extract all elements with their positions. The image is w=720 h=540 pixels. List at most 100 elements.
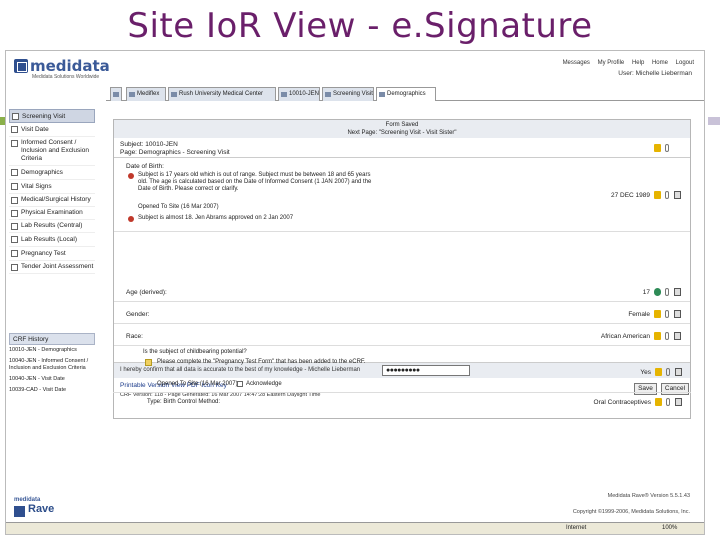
folder-icon bbox=[325, 92, 331, 97]
sign-pen-icon[interactable] bbox=[654, 332, 661, 340]
audit-trail-icon[interactable] bbox=[674, 332, 681, 340]
sidebar-item-lab-local[interactable]: Lab Results (Local) bbox=[9, 233, 95, 247]
sidebar-item-label: Tender Joint Assessment bbox=[21, 263, 94, 270]
sidebar-item-label: Lab Results (Central) bbox=[21, 222, 83, 229]
sidebar-item-label: Pregnancy Test bbox=[21, 250, 66, 257]
form-icon bbox=[11, 169, 18, 176]
tab-label: Rush University Medical Center bbox=[179, 91, 264, 97]
response-icon bbox=[128, 216, 134, 222]
sidebar-item-visit-date[interactable]: Visit Date bbox=[9, 123, 95, 137]
note-icon bbox=[145, 359, 152, 366]
tab-subject[interactable]: 10010-JEN bbox=[278, 87, 320, 101]
sidebar-item-label: Demographics bbox=[21, 169, 63, 176]
crf-history-item[interactable]: 10040-JEN - Informed Consent / Inclusion… bbox=[9, 358, 95, 372]
rave-logo-icon bbox=[14, 506, 25, 517]
sidebar-item-informed-consent[interactable]: Informed Consent / Inclusion and Exclusi… bbox=[9, 137, 95, 166]
app-screenshot: medidata Medidata Solutions Worldwide Me… bbox=[5, 50, 705, 535]
breadcrumb-tabs: Mediflex Rush University Medical Center … bbox=[106, 87, 704, 101]
rave-logo-text: Rave bbox=[28, 503, 55, 515]
sidebar-item-pregnancy-test[interactable]: Pregnancy Test bbox=[9, 247, 95, 261]
query-icon bbox=[128, 173, 134, 179]
field-label: Race: bbox=[126, 333, 143, 340]
folder-icon bbox=[12, 113, 19, 120]
sticky-pin-icon[interactable] bbox=[665, 191, 669, 199]
brand-name: medidata bbox=[29, 57, 110, 75]
copyright: Copyright ©1999-2006, Medidata Solutions… bbox=[572, 509, 690, 515]
browser-status-bar: Internet 100% bbox=[6, 522, 704, 534]
sign-pen-icon[interactable] bbox=[654, 191, 661, 199]
home-link[interactable]: Home bbox=[652, 60, 668, 66]
sidebar-item-label: Informed Consent / Inclusion and Exclusi… bbox=[21, 139, 89, 162]
tab-form[interactable]: Demographics bbox=[376, 87, 436, 101]
query-status: Opened To Site (16 Mar 2007) bbox=[157, 381, 238, 387]
page-label: Page: Demographics - Screening Visit bbox=[120, 149, 230, 156]
zoom-level[interactable]: 100% bbox=[662, 523, 677, 534]
field-date-of-birth: Date of Birth: Subject is 17 years old w… bbox=[114, 160, 690, 232]
sidebar-item-tender-joint[interactable]: Tender Joint Assessment bbox=[9, 261, 95, 274]
crf-history-item[interactable]: 10010-JEN - Demographics bbox=[9, 347, 95, 354]
sidebar-item-medical-history[interactable]: Medical/Surgical History bbox=[9, 194, 95, 207]
top-links: Messages My Profile Help Home Logout bbox=[557, 60, 694, 66]
decorative-bar-right bbox=[708, 117, 720, 125]
subject-icon bbox=[281, 92, 287, 97]
sign-pen-icon[interactable] bbox=[654, 144, 661, 152]
form-icon bbox=[379, 92, 385, 97]
tab-folder[interactable]: Screening Visit bbox=[322, 87, 374, 101]
form-saved-title: Form Saved bbox=[385, 122, 419, 128]
sign-pen-icon[interactable] bbox=[655, 368, 662, 376]
sign-pen-icon[interactable] bbox=[654, 310, 661, 318]
tab-home[interactable] bbox=[110, 87, 122, 101]
messages-link[interactable]: Messages bbox=[563, 60, 590, 66]
sticky-pin-icon[interactable] bbox=[665, 310, 669, 318]
field-label: Is the subject of childbearing potential… bbox=[143, 349, 247, 355]
audit-trail-icon[interactable] bbox=[674, 310, 681, 318]
verified-check-icon bbox=[654, 288, 661, 296]
query-message: Please complete the "Pregnancy Test Form… bbox=[157, 359, 366, 365]
sidebar-item-label: Lab Results (Local) bbox=[21, 236, 77, 243]
next-page-link[interactable]: Next Page: "Screening Visit - Visit Sist… bbox=[114, 129, 690, 137]
app-version: Medidata Rave® Version 5.5.1.43 bbox=[607, 493, 690, 499]
audit-trail-icon[interactable] bbox=[675, 368, 682, 376]
sign-pen-icon[interactable] bbox=[655, 398, 662, 406]
study-icon bbox=[129, 92, 135, 97]
query-status: Opened To Site (16 Mar 2007) bbox=[138, 204, 219, 210]
crf-history-item[interactable]: 10040-JEN - Visit Date bbox=[9, 376, 95, 383]
security-zone: Internet bbox=[566, 525, 587, 531]
form-icon bbox=[11, 236, 18, 243]
tab-label: Screening Visit bbox=[333, 91, 373, 97]
field-value: Female bbox=[628, 311, 650, 318]
sidebar-item-label: Vital Signs bbox=[21, 183, 52, 190]
field-value: Oral Contraceptives bbox=[593, 399, 651, 406]
subject-label: Subject: 10010-JEN bbox=[120, 141, 178, 148]
audit-trail-icon[interactable] bbox=[674, 191, 681, 199]
sidebar-item-label: Medical/Surgical History bbox=[21, 196, 91, 203]
sidebar-item-physical-exam[interactable]: Physical Examination bbox=[9, 207, 95, 220]
sticky-pin-icon[interactable] bbox=[665, 332, 669, 340]
query-message: Subject is 17 years old which is out of … bbox=[138, 172, 372, 192]
form-icon bbox=[11, 126, 18, 133]
sticky-pin-icon[interactable] bbox=[665, 144, 669, 152]
field-icons bbox=[654, 288, 684, 297]
my-profile-link[interactable]: My Profile bbox=[598, 60, 625, 66]
tab-label: Mediflex bbox=[137, 91, 160, 97]
form-icon bbox=[11, 250, 18, 257]
sticky-pin-icon[interactable] bbox=[665, 288, 669, 296]
tab-study[interactable]: Mediflex bbox=[126, 87, 166, 101]
help-link[interactable]: Help bbox=[632, 60, 644, 66]
audit-trail-icon[interactable] bbox=[674, 288, 681, 296]
acknowledge-checkbox[interactable] bbox=[237, 381, 243, 387]
field-age: Age (derived): 17 bbox=[114, 284, 690, 302]
tab-site[interactable]: Rush University Medical Center bbox=[168, 87, 276, 101]
audit-trail-icon[interactable] bbox=[675, 398, 682, 406]
logout-link[interactable]: Logout bbox=[676, 60, 694, 66]
sidebar-item-vital-signs[interactable]: Vital Signs bbox=[9, 180, 95, 194]
sidebar-item-screening-visit[interactable]: Screening Visit bbox=[9, 109, 95, 123]
sticky-pin-icon[interactable] bbox=[666, 368, 670, 376]
sticky-pin-icon[interactable] bbox=[666, 398, 670, 406]
logo-mark-icon bbox=[14, 59, 28, 73]
field-icons bbox=[654, 191, 684, 200]
crf-history-item[interactable]: 10039-CAD - Visit Date bbox=[9, 387, 95, 394]
sidebar-item-demographics[interactable]: Demographics bbox=[9, 166, 95, 180]
sidebar-item-lab-central[interactable]: Lab Results (Central) bbox=[9, 220, 95, 233]
field-birth-control: Type: Birth Control Method: Oral Contrac… bbox=[113, 395, 691, 411]
